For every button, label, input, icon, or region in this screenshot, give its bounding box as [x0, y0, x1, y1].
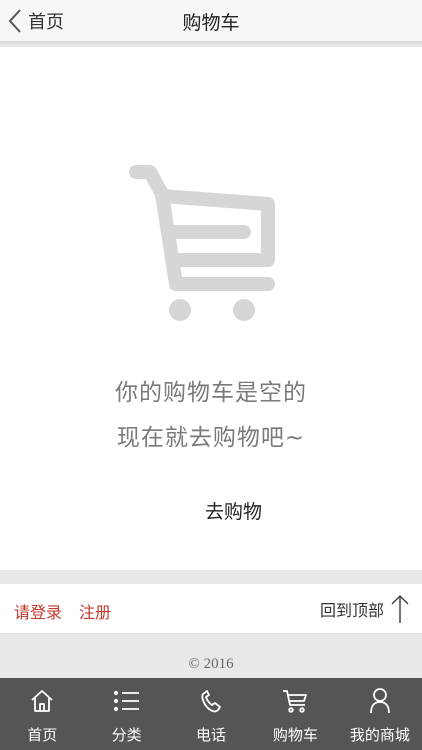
back-to-top-label: 回到顶部 [319, 601, 384, 620]
tab-label: 电话 [196, 726, 227, 744]
login-link[interactable]: 请登录 [14, 599, 62, 623]
main-content: 你的购物车是空的 现在就去购物吧~ 去购物 [0, 47, 422, 570]
empty-cart-hint: 现在就去购物吧~ [116, 425, 306, 451]
back-to-top-button[interactable]: 回到顶部 [320, 592, 410, 626]
empty-cart-message: 你的购物车是空的 [115, 380, 307, 406]
tab-label: 我的商城 [349, 726, 410, 744]
bottom-tab-bar: 首页 分类 电话 购物车 我的商城 [0, 678, 422, 750]
tab-label: 购物车 [272, 726, 318, 744]
home-icon [29, 686, 55, 716]
copyright-text: © 2016 [188, 656, 234, 672]
tab-home[interactable]: 首页 [0, 678, 84, 750]
list-icon [113, 686, 141, 716]
arrow-up-icon [391, 594, 409, 623]
user-icon [368, 686, 392, 716]
tab-my-store[interactable]: 我的商城 [338, 678, 422, 750]
account-links-bar: 请登录 注册 回到顶部 [0, 584, 422, 634]
section-divider [0, 570, 422, 584]
register-link[interactable]: 注册 [79, 599, 111, 623]
tab-category[interactable]: 分类 [84, 678, 168, 750]
header-bar: 首页 购物车 [0, 0, 422, 44]
go-shopping-link[interactable]: 去购物 [205, 497, 262, 524]
tab-label: 分类 [111, 726, 142, 744]
empty-cart-icon [129, 165, 275, 321]
page-title: 购物车 [182, 12, 240, 34]
tab-cart[interactable]: 购物车 [253, 678, 337, 750]
tab-label: 首页 [27, 726, 58, 744]
phone-icon [199, 686, 223, 716]
cart-icon [281, 686, 309, 716]
tab-phone[interactable]: 电话 [169, 678, 253, 750]
